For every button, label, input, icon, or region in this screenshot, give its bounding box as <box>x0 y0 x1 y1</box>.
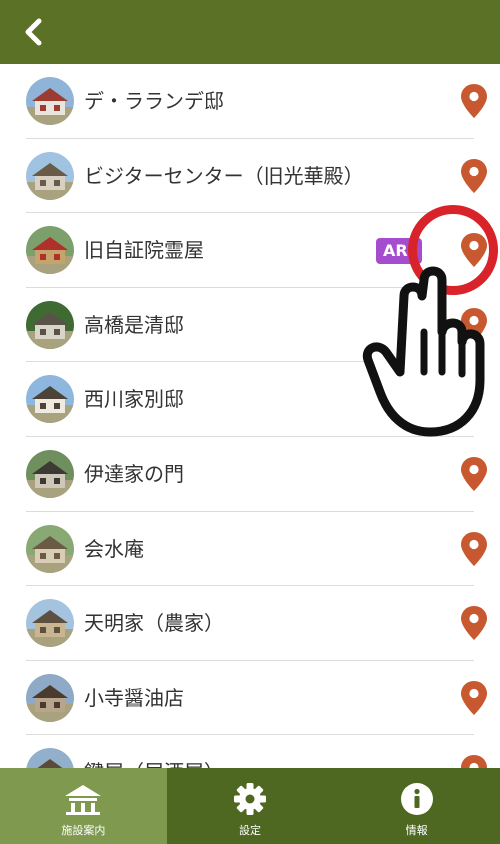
facility-name: 伊達家の門 <box>84 461 184 486</box>
app-screen: デ・ラランデ邸 ビジターセンター（旧光華殿） 旧自証院霊屋 AR 高橋是清邸 西川家別邸伊… <box>0 0 500 844</box>
bottom-tab-bar: 施設案内 設定 情報 <box>0 768 500 844</box>
facility-row[interactable]: 天明家（農家） <box>26 586 487 661</box>
chevron-left-icon <box>25 18 42 46</box>
facility-row[interactable]: 鍵屋（居酒屋） <box>26 735 487 768</box>
facility-thumbnail <box>26 375 74 424</box>
building-icon <box>65 785 102 815</box>
map-pin-icon[interactable] <box>460 605 488 641</box>
facility-thumbnail <box>26 300 74 349</box>
tab-facility-guide[interactable]: 施設案内 <box>0 768 167 844</box>
map-pin-icon[interactable] <box>460 158 488 194</box>
facility-thumbnail <box>26 226 74 275</box>
facility-name: 天明家（農家） <box>84 611 224 636</box>
tab-label: 情報 <box>405 824 428 837</box>
facility-name: デ・ラランデ邸 <box>84 89 224 113</box>
info-icon <box>400 783 433 815</box>
facility-thumbnail <box>26 748 74 768</box>
facility-row[interactable]: デ・ラランデ邸 <box>26 64 487 139</box>
facility-row[interactable]: 伊達家の門 <box>26 437 487 512</box>
tab-info[interactable]: 情報 <box>333 768 500 844</box>
gear-icon <box>233 783 266 815</box>
tap-hand-icon <box>362 266 485 437</box>
map-pin-icon[interactable] <box>460 754 488 768</box>
map-pin-icon[interactable] <box>460 83 488 119</box>
tab-settings[interactable]: 設定 <box>167 768 334 844</box>
facility-thumbnail <box>26 599 74 648</box>
facility-thumbnail <box>26 524 74 573</box>
facility-name: 西川家別邸 <box>84 387 184 412</box>
facility-name: ビジターセンター（旧光華殿） <box>84 163 364 188</box>
facility-name: 高橋是清邸 <box>84 312 184 337</box>
facility-row[interactable]: 会水庵 <box>26 512 487 587</box>
facility-thumbnail <box>26 449 74 498</box>
facility-thumbnail <box>26 673 74 722</box>
facility-row[interactable]: 小寺醤油店 <box>26 661 487 736</box>
facility-row[interactable]: ビジターセンター（旧光華殿） <box>26 139 487 214</box>
facility-name: 会水庵 <box>84 536 144 561</box>
map-pin-icon[interactable] <box>460 680 488 716</box>
app-header <box>0 0 500 64</box>
tab-label: 施設案内 <box>61 824 106 837</box>
facility-thumbnail <box>26 77 74 125</box>
map-pin-icon[interactable] <box>460 456 488 492</box>
map-pin-icon[interactable] <box>460 531 488 567</box>
facility-thumbnail <box>26 151 74 200</box>
tab-label: 設定 <box>238 824 261 837</box>
back-button[interactable] <box>14 12 54 52</box>
facility-name: 旧自証院霊屋 <box>84 238 204 263</box>
facility-name: 鍵屋（居酒屋） <box>84 735 224 768</box>
facility-name: 小寺醤油店 <box>84 685 184 710</box>
